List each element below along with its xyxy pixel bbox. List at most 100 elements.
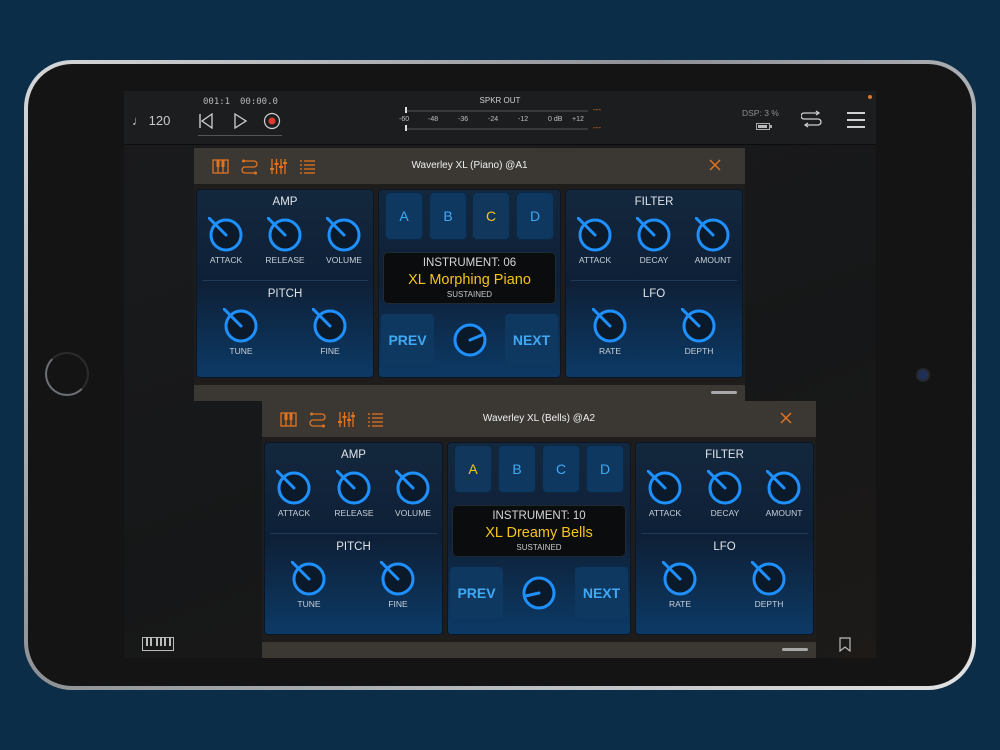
amp-pitch-panel: AMP ATTACK RELEASE VOLUME PITCH TUNE FINE bbox=[196, 189, 374, 378]
meter-bar-left bbox=[405, 110, 588, 112]
rewind-button[interactable] bbox=[196, 111, 216, 131]
slot-a-button[interactable]: A bbox=[454, 445, 492, 493]
amp-attack-knob[interactable] bbox=[208, 217, 244, 253]
resize-handle[interactable] bbox=[782, 648, 808, 651]
pitch-tune-label: TUNE bbox=[229, 346, 253, 356]
close-icon bbox=[780, 412, 792, 424]
tempo-display[interactable]: ♩ 120 bbox=[132, 113, 170, 128]
rewind-icon bbox=[199, 113, 213, 129]
slot-d-button[interactable]: D bbox=[586, 445, 624, 493]
lfo-rate-knob[interactable] bbox=[662, 561, 698, 597]
section-divider bbox=[571, 280, 737, 281]
keyboard-button[interactable] bbox=[142, 637, 174, 656]
slot-c-button[interactable]: C bbox=[542, 445, 580, 493]
amp-volume-label: VOLUME bbox=[326, 255, 362, 265]
section-divider bbox=[270, 533, 437, 534]
transport-bar: ♩ 120 001:1 00:00.0 SPKR OUT -60 -48 -36… bbox=[124, 91, 876, 145]
lfo-rate-knob[interactable] bbox=[592, 308, 628, 344]
lfo-depth-label: DEPTH bbox=[684, 346, 714, 356]
record-button[interactable] bbox=[262, 111, 282, 131]
amp-section-title: AMP bbox=[272, 196, 298, 208]
notification-dot bbox=[868, 95, 872, 99]
instrument-name: XL Dreamy Bells bbox=[485, 525, 593, 541]
lfo-section-title: LFO bbox=[642, 288, 666, 300]
pitch-fine-label: FINE bbox=[388, 599, 408, 609]
meter-bar-right bbox=[405, 128, 588, 130]
amp-volume-knob[interactable] bbox=[395, 470, 431, 506]
record-icon bbox=[263, 112, 281, 130]
pitch-fine-label: FINE bbox=[320, 346, 340, 356]
amp-volume-knob[interactable] bbox=[326, 217, 362, 253]
instrument-select-knob[interactable] bbox=[452, 322, 488, 358]
lfo-depth-label: DEPTH bbox=[754, 599, 784, 609]
filter-amount-knob[interactable] bbox=[695, 217, 731, 253]
battery-icon bbox=[756, 123, 772, 130]
next-button[interactable]: NEXT bbox=[505, 314, 558, 365]
home-button[interactable] bbox=[45, 352, 89, 396]
filter-amount-knob[interactable] bbox=[766, 470, 802, 506]
pitch-section-title: PITCH bbox=[336, 541, 371, 553]
instrument-mode: SUSTAINED bbox=[516, 543, 562, 552]
amp-attack-knob[interactable] bbox=[276, 470, 312, 506]
close-button[interactable] bbox=[707, 157, 723, 173]
instrument-panel: A B C D INSTRUMENT: 06 XL Morphing Piano SUSTA… bbox=[378, 189, 561, 378]
section-divider bbox=[202, 280, 368, 281]
dsp-load: DSP: 3 % bbox=[742, 108, 779, 118]
close-button[interactable] bbox=[778, 410, 794, 426]
amp-release-knob[interactable] bbox=[336, 470, 372, 506]
clip-indicator-left: --- bbox=[593, 105, 601, 114]
prev-button[interactable]: PREV bbox=[450, 567, 503, 618]
app-screen: ♩ 120 001:1 00:00.0 SPKR OUT -60 -48 -36… bbox=[124, 91, 876, 658]
amp-release-knob[interactable] bbox=[267, 217, 303, 253]
routing-button[interactable] bbox=[800, 110, 823, 135]
slot-b-button[interactable]: B bbox=[429, 192, 467, 240]
pitch-tune-label: TUNE bbox=[297, 599, 321, 609]
filter-section-title: FILTER bbox=[634, 196, 674, 208]
filter-decay-knob[interactable] bbox=[707, 470, 743, 506]
slot-b-button[interactable]: B bbox=[498, 445, 536, 493]
pitch-section-title: PITCH bbox=[267, 288, 303, 300]
plugin-title-bar[interactable]: Waverley XL (Piano) @A1 bbox=[194, 148, 745, 184]
filter-lfo-panel: FILTER ATTACK DECAY AMOUNT LFO RATE DEPTH bbox=[635, 442, 814, 635]
filter-decay-knob[interactable] bbox=[636, 217, 672, 253]
slot-c-button[interactable]: C bbox=[472, 192, 510, 240]
instrument-select-knob[interactable] bbox=[521, 575, 557, 611]
instrument-display: INSTRUMENT: 06 XL Morphing Piano SUSTAINED bbox=[383, 252, 556, 304]
pitch-fine-knob[interactable] bbox=[312, 308, 348, 344]
filter-lfo-panel: FILTER ATTACK DECAY AMOUNT LFO RATE DEPTH bbox=[565, 189, 743, 378]
filter-section-title: FILTER bbox=[705, 449, 744, 461]
transport-underline bbox=[198, 135, 282, 136]
pitch-fine-knob[interactable] bbox=[380, 561, 416, 597]
plugin-window-piano: Waverley XL (Piano) @A1 AMP ATTACK RELEASE V… bbox=[194, 148, 745, 401]
meter-label: SPKR OUT bbox=[479, 96, 521, 105]
plugin-title-bar[interactable]: Waverley XL (Bells) @A2 bbox=[262, 401, 816, 437]
slot-a-button[interactable]: A bbox=[385, 192, 423, 240]
filter-attack-knob[interactable] bbox=[647, 470, 683, 506]
lfo-rate-label: RATE bbox=[598, 346, 622, 356]
slot-d-button[interactable]: D bbox=[516, 192, 554, 240]
resize-handle[interactable] bbox=[711, 391, 737, 394]
filter-amount-label: AMOUNT bbox=[765, 508, 803, 518]
instrument-number: INSTRUMENT: 10 bbox=[492, 510, 586, 522]
bookmark-button[interactable] bbox=[839, 637, 851, 657]
clip-indicator-right: --- bbox=[593, 123, 601, 132]
plugin-footer bbox=[262, 642, 816, 658]
prev-button[interactable]: PREV bbox=[381, 314, 434, 365]
pitch-tune-knob[interactable] bbox=[223, 308, 259, 344]
meter-indicator-left bbox=[405, 107, 407, 113]
filter-attack-knob[interactable] bbox=[577, 217, 613, 253]
lfo-depth-knob[interactable] bbox=[681, 308, 717, 344]
bookmark-icon bbox=[839, 637, 851, 653]
camera-lens bbox=[918, 370, 928, 380]
amp-section-title: AMP bbox=[341, 449, 366, 461]
instrument-number: INSTRUMENT: 06 bbox=[422, 257, 517, 269]
play-button[interactable] bbox=[230, 111, 250, 131]
instrument-display: INSTRUMENT: 10 XL Dreamy Bells SUSTAINED bbox=[452, 505, 626, 557]
pitch-tune-knob[interactable] bbox=[291, 561, 327, 597]
lfo-depth-knob[interactable] bbox=[751, 561, 787, 597]
routing-icon bbox=[800, 110, 822, 128]
next-button[interactable]: NEXT bbox=[575, 567, 628, 618]
menu-icon[interactable] bbox=[847, 112, 865, 133]
plugin-footer bbox=[194, 385, 745, 401]
keyboard-icon bbox=[142, 637, 174, 651]
